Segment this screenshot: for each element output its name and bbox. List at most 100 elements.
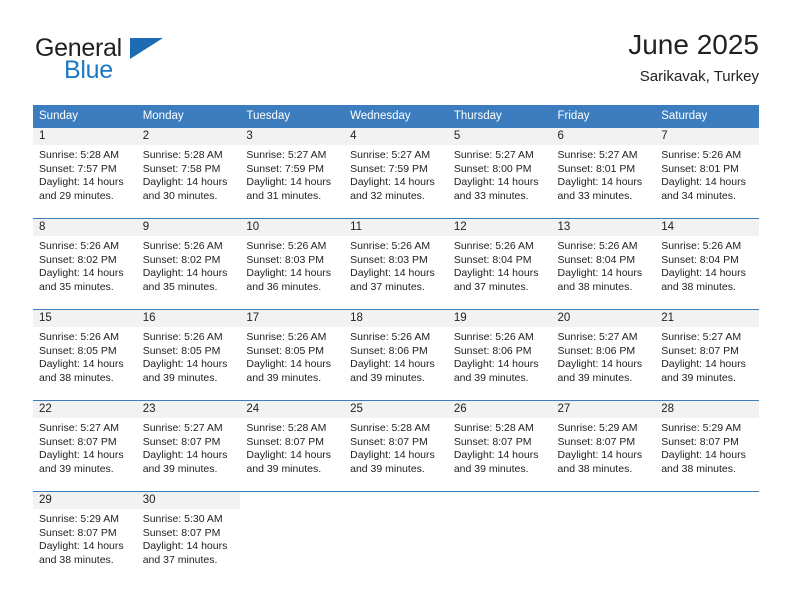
day-detail-sunset: Sunset: 8:07 PM — [142, 435, 221, 448]
day-detail-sunrise: Sunrise: 5:26 AM — [246, 331, 327, 343]
calendar-day-cell[interactable]: 2 Sunrise: 5:28 AM Sunset: 7:58 PM Daylight… — [136, 127, 241, 219]
calendar-day-cell[interactable]: 6 Sunrise: 5:27 AM Sunset: 8:01 PM Daylight… — [551, 127, 656, 219]
day-cell-inner: 23 Sunrise: 5:27 AM Sunset: 8:07 PM Dayligh… — [136, 401, 241, 491]
calendar-day-cell[interactable]: 8 Sunrise: 5:26 AM Sunset: 8:02 PM Daylight… — [33, 218, 137, 310]
day-detail-daylight2: and 37 minutes. — [350, 280, 425, 293]
calendar-day-cell[interactable]: 7 Sunrise: 5:26 AM Sunset: 8:01 PM Daylight… — [655, 127, 759, 219]
day-cell-inner: 16 Sunrise: 5:26 AM Sunset: 8:05 PM Dayligh… — [136, 310, 241, 400]
calendar-day-cell[interactable]: 11 Sunrise: 5:26 AM Sunset: 8:03 PM Dayligh… — [344, 218, 448, 310]
day-detail-sunset: Sunset: 8:02 PM — [39, 253, 117, 266]
day-number: 30 — [136, 492, 241, 509]
day-detail-sunset: Sunset: 8:04 PM — [661, 253, 739, 266]
calendar-day-cell[interactable]: 5 Sunrise: 5:27 AM Sunset: 8:00 PM Daylight… — [447, 127, 552, 219]
day-detail-daylight2: and 39 minutes. — [350, 371, 425, 384]
day-detail-daylight1: Daylight: 14 hours — [142, 449, 228, 462]
calendar-day-cell[interactable]: 20 Sunrise: 5:27 AM Sunset: 8:06 PM Dayligh… — [551, 309, 656, 401]
calendar-day-cell[interactable]: 27 Sunrise: 5:29 AM Sunset: 8:07 PM Dayligh… — [551, 400, 656, 492]
day-number: 6 — [551, 128, 656, 145]
day-details — [655, 509, 759, 513]
page-title: June 2025 — [628, 29, 759, 60]
day-number — [655, 492, 759, 509]
day-detail-sunset: Sunset: 8:04 PM — [557, 253, 636, 266]
calendar-day-cell[interactable]: 1 Sunrise: 5:28 AM Sunset: 7:57 PM Daylight… — [33, 127, 137, 219]
day-number: 11 — [344, 219, 448, 236]
day-detail-daylight2: and 38 minutes. — [39, 371, 114, 384]
weekday-header-tuesday: Tuesday — [240, 105, 345, 128]
day-details: Sunrise: 5:26 AM Sunset: 8:05 PM Daylight:… — [137, 327, 241, 385]
calendar-day-cell[interactable]: 9 Sunrise: 5:26 AM Sunset: 8:02 PM Daylight… — [136, 218, 241, 310]
calendar-day-cell[interactable]: 23 Sunrise: 5:27 AM Sunset: 8:07 PM Dayligh… — [136, 400, 241, 492]
day-cell-inner: 28 Sunrise: 5:29 AM Sunset: 8:07 PM Dayligh… — [655, 401, 759, 491]
day-detail-sunrise: Sunrise: 5:26 AM — [39, 331, 119, 343]
weekday-header-wednesday: Wednesday — [344, 105, 448, 128]
day-cell-inner: 10 Sunrise: 5:26 AM Sunset: 8:03 PM Dayligh… — [240, 219, 345, 309]
day-detail-sunset: Sunset: 7:59 PM — [350, 162, 428, 175]
calendar-day-cell[interactable]: 18 Sunrise: 5:26 AM Sunset: 8:06 PM Dayligh… — [344, 309, 448, 401]
day-detail-sunrise: Sunrise: 5:27 AM — [661, 331, 742, 343]
day-cell-inner: 6 Sunrise: 5:27 AM Sunset: 8:01 PM Daylight… — [551, 128, 656, 218]
calendar-day-cell[interactable]: 19 Sunrise: 5:26 AM Sunset: 8:06 PM Dayligh… — [447, 309, 552, 401]
calendar-week-row: 8 Sunrise: 5:26 AM Sunset: 8:02 PM Daylight… — [33, 218, 759, 310]
day-detail-sunset: Sunset: 8:07 PM — [39, 526, 117, 539]
day-details — [344, 509, 448, 513]
day-cell-inner: 12 Sunrise: 5:26 AM Sunset: 8:04 PM Dayligh… — [447, 219, 552, 309]
calendar-day-cell[interactable]: 13 Sunrise: 5:26 AM Sunset: 8:04 PM Dayligh… — [551, 218, 656, 310]
day-cell-inner: 26 Sunrise: 5:28 AM Sunset: 8:07 PM Dayligh… — [447, 401, 552, 491]
day-detail-daylight2: and 38 minutes. — [39, 553, 114, 566]
calendar-day-cell[interactable]: 22 Sunrise: 5:27 AM Sunset: 8:07 PM Dayligh… — [33, 400, 137, 492]
location-subtitle: Sarikavak, Turkey — [639, 68, 759, 85]
day-detail-sunrise: Sunrise: 5:27 AM — [453, 149, 534, 161]
day-detail-sunset: Sunset: 8:07 PM — [453, 435, 532, 448]
calendar-day-cell[interactable]: 26 Sunrise: 5:28 AM Sunset: 8:07 PM Dayligh… — [447, 400, 552, 492]
day-detail-daylight1: Daylight: 14 hours — [350, 449, 435, 462]
calendar-day-cell[interactable]: 17 Sunrise: 5:26 AM Sunset: 8:05 PM Dayligh… — [240, 309, 345, 401]
day-details: Sunrise: 5:29 AM Sunset: 8:07 PM Daylight:… — [552, 418, 656, 476]
day-detail-daylight1: Daylight: 14 hours — [350, 176, 435, 189]
calendar-day-cell[interactable]: 28 Sunrise: 5:29 AM Sunset: 8:07 PM Dayligh… — [655, 400, 759, 492]
calendar-day-cell[interactable]: 10 Sunrise: 5:26 AM Sunset: 8:03 PM Dayligh… — [240, 218, 345, 310]
day-detail-daylight1: Daylight: 14 hours — [39, 358, 124, 371]
day-detail-daylight2: and 38 minutes. — [557, 462, 633, 475]
calendar-day-cell[interactable]: 16 Sunrise: 5:26 AM Sunset: 8:05 PM Dayligh… — [136, 309, 241, 401]
brand-logo[interactable]: General Blue — [33, 34, 263, 94]
day-number: 17 — [240, 310, 345, 327]
calendar-day-cell[interactable]: 25 Sunrise: 5:28 AM Sunset: 8:07 PM Dayligh… — [344, 400, 448, 492]
day-cell-inner: 30 Sunrise: 5:30 AM Sunset: 8:07 PM Dayligh… — [136, 492, 241, 582]
day-detail-daylight2: and 39 minutes. — [142, 371, 218, 384]
day-details: Sunrise: 5:28 AM Sunset: 7:57 PM Daylight:… — [33, 145, 137, 203]
day-detail-daylight1: Daylight: 14 hours — [557, 267, 643, 280]
day-cell-inner: 14 Sunrise: 5:26 AM Sunset: 8:04 PM Dayligh… — [655, 219, 759, 309]
day-cell-inner: 19 Sunrise: 5:26 AM Sunset: 8:06 PM Dayligh… — [447, 310, 552, 400]
day-number — [240, 492, 345, 509]
day-detail-sunset: Sunset: 8:04 PM — [453, 253, 532, 266]
day-detail-daylight1: Daylight: 14 hours — [39, 540, 124, 553]
day-detail-sunrise: Sunrise: 5:28 AM — [453, 422, 534, 434]
calendar-week-row: 22 Sunrise: 5:27 AM Sunset: 8:07 PM Dayligh… — [33, 400, 759, 492]
day-detail-sunrise: Sunrise: 5:29 AM — [661, 422, 742, 434]
day-detail-daylight2: and 35 minutes. — [142, 280, 218, 293]
calendar-day-cell[interactable]: 12 Sunrise: 5:26 AM Sunset: 8:04 PM Dayligh… — [447, 218, 552, 310]
day-number: 26 — [447, 401, 552, 418]
calendar-day-cell[interactable]: 21 Sunrise: 5:27 AM Sunset: 8:07 PM Dayligh… — [655, 309, 759, 401]
calendar-day-cell[interactable]: 24 Sunrise: 5:28 AM Sunset: 8:07 PM Dayligh… — [240, 400, 345, 492]
calendar-day-cell[interactable]: 3 Sunrise: 5:27 AM Sunset: 7:59 PM Daylight… — [240, 127, 345, 219]
calendar-day-cell[interactable]: 30 Sunrise: 5:30 AM Sunset: 8:07 PM Dayligh… — [136, 491, 241, 582]
day-detail-daylight2: and 38 minutes. — [661, 280, 736, 293]
day-detail-sunset: Sunset: 8:07 PM — [661, 344, 739, 357]
calendar-day-cell[interactable]: 4 Sunrise: 5:27 AM Sunset: 7:59 PM Daylight… — [344, 127, 448, 219]
day-detail-daylight2: and 39 minutes. — [246, 462, 322, 475]
day-number: 21 — [655, 310, 759, 327]
day-cell-inner: 13 Sunrise: 5:26 AM Sunset: 8:04 PM Dayligh… — [551, 219, 656, 309]
day-detail-daylight2: and 39 minutes. — [350, 462, 425, 475]
calendar-day-cell[interactable]: 29 Sunrise: 5:29 AM Sunset: 8:07 PM Dayligh… — [33, 491, 137, 582]
weekday-header-saturday: Saturday — [655, 105, 759, 128]
day-detail-daylight1: Daylight: 14 hours — [453, 449, 539, 462]
day-number: 25 — [344, 401, 448, 418]
calendar-day-cell[interactable]: 14 Sunrise: 5:26 AM Sunset: 8:04 PM Dayligh… — [655, 218, 759, 310]
calendar-day-cell-empty — [344, 491, 448, 582]
day-detail-daylight1: Daylight: 14 hours — [246, 267, 332, 280]
day-details: Sunrise: 5:27 AM Sunset: 8:07 PM Daylight:… — [33, 418, 137, 476]
day-detail-daylight1: Daylight: 14 hours — [142, 358, 228, 371]
day-details: Sunrise: 5:30 AM Sunset: 8:07 PM Daylight:… — [137, 509, 241, 567]
calendar-day-cell[interactable]: 15 Sunrise: 5:26 AM Sunset: 8:05 PM Dayligh… — [33, 309, 137, 401]
